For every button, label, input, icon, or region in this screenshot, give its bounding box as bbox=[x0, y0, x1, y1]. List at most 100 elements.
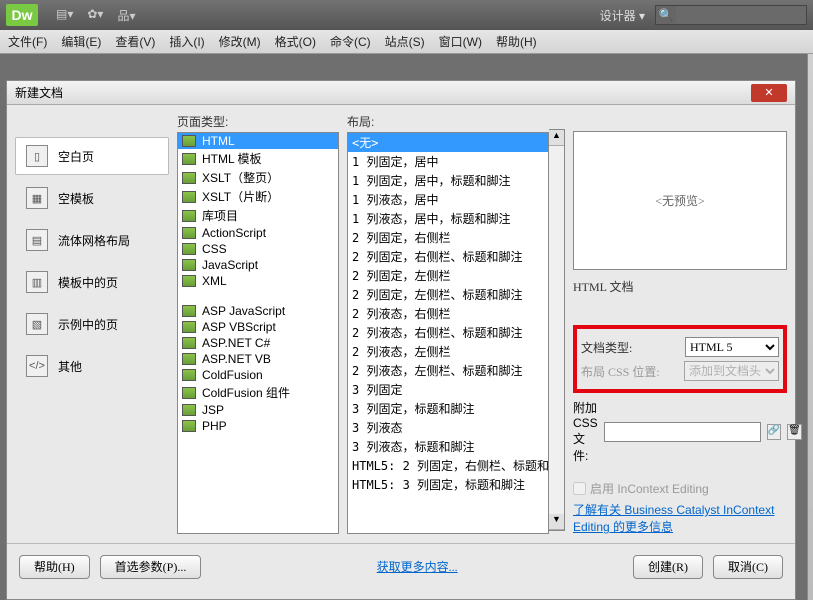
layout-item[interactable]: 2 列固定，右侧栏、标题和脚注 bbox=[348, 247, 548, 266]
type-item[interactable]: JavaScript bbox=[178, 257, 338, 273]
search-wrap: 🔍 bbox=[655, 5, 807, 25]
layout-item[interactable]: 2 列液态，左侧栏、标题和脚注 bbox=[348, 361, 548, 380]
layout-item[interactable]: 1 列固定，居中 bbox=[348, 152, 548, 171]
type-item[interactable]: XML bbox=[178, 273, 338, 289]
layout-item[interactable]: 2 列固定，左侧栏、标题和脚注 bbox=[348, 285, 548, 304]
layout-item[interactable]: 2 列固定，右侧栏 bbox=[348, 228, 548, 247]
close-button[interactable]: ✕ bbox=[751, 84, 787, 102]
file-icon bbox=[182, 135, 196, 147]
layout-item[interactable]: 2 列液态，左侧栏 bbox=[348, 342, 548, 361]
preview-box: <无预览> bbox=[573, 131, 787, 270]
more-content-link[interactable]: 获取更多内容... bbox=[377, 558, 458, 575]
layout-item[interactable]: 2 列液态，右侧栏 bbox=[348, 304, 548, 323]
link-css-icon[interactable]: 🔗 bbox=[767, 424, 781, 440]
menu-commands[interactable]: 命令(C) bbox=[330, 33, 371, 50]
layout-item[interactable]: 2 列液态，右侧栏、标题和脚注 bbox=[348, 323, 548, 342]
layout-item[interactable]: 3 列液态 bbox=[348, 418, 548, 437]
search-input[interactable] bbox=[676, 6, 806, 24]
type-item[interactable]: ASP JavaScript bbox=[178, 303, 338, 319]
menu-bar: 文件(F) 编辑(E) 查看(V) 插入(I) 修改(M) 格式(O) 命令(C… bbox=[0, 30, 813, 54]
type-item[interactable]: XSLT（片断） bbox=[178, 187, 338, 206]
code-icon: </> bbox=[26, 355, 48, 377]
type-item[interactable]: ASP.NET VB bbox=[178, 351, 338, 367]
category-blank-template[interactable]: ▦空模板 bbox=[15, 179, 169, 217]
type-item[interactable]: ASP VBScript bbox=[178, 319, 338, 335]
scroll-down-icon[interactable]: ▼ bbox=[549, 514, 564, 530]
help-button[interactable]: 帮助(H) bbox=[19, 555, 90, 579]
sitemap-icon[interactable]: 品▾ bbox=[117, 7, 135, 24]
menu-view[interactable]: 查看(V) bbox=[115, 33, 155, 50]
description: HTML 文档 bbox=[573, 278, 787, 295]
page-icon: ▯ bbox=[26, 145, 48, 167]
scrollbar[interactable]: ▲ ▼ bbox=[549, 129, 565, 531]
layout-label: 布局: bbox=[347, 113, 549, 132]
app-header: Dw ▤▾ ✿▾ 品▾ 设计器 ▾ 🔍 bbox=[0, 0, 813, 30]
type-item[interactable]: ColdFusion bbox=[178, 367, 338, 383]
attachcss-label: 附加 CSS 文件: bbox=[573, 399, 598, 464]
template-page-icon: ▥ bbox=[26, 271, 48, 293]
cancel-button[interactable]: 取消(C) bbox=[713, 555, 783, 579]
menu-edit[interactable]: 编辑(E) bbox=[61, 33, 101, 50]
workspace-switcher[interactable]: 设计器 ▾ bbox=[600, 7, 645, 24]
layout-item[interactable]: 2 列固定，左侧栏 bbox=[348, 266, 548, 285]
incontext-link[interactable]: 了解有关 Business Catalyst InContext Editing… bbox=[573, 503, 774, 534]
workspace: 新建文档 ✕ ▯空白页 ▦空模板 ▤流体网格布局 ▥模板中的页 ▧示例中的页 <… bbox=[0, 54, 813, 600]
category-blank-page[interactable]: ▯空白页 bbox=[15, 137, 169, 175]
layout-item[interactable]: 1 列液态，居中 bbox=[348, 190, 548, 209]
dialog-footer: 帮助(H) 首选参数(P)... 获取更多内容... 创建(R) 取消(C) bbox=[7, 543, 795, 589]
type-item[interactable]: PHP bbox=[178, 418, 338, 434]
menu-site[interactable]: 站点(S) bbox=[385, 33, 425, 50]
remove-css-icon[interactable]: 🗑 bbox=[787, 424, 802, 440]
sample-icon: ▧ bbox=[26, 313, 48, 335]
category-from-sample[interactable]: ▧示例中的页 bbox=[15, 305, 169, 343]
type-item[interactable]: ColdFusion 组件 bbox=[178, 383, 338, 402]
layout-item[interactable]: 3 列固定 bbox=[348, 380, 548, 399]
app-logo: Dw bbox=[6, 4, 38, 26]
layout-item[interactable]: 1 列固定，居中，标题和脚注 bbox=[348, 171, 548, 190]
layout-item[interactable]: 1 列液态，居中，标题和脚注 bbox=[348, 209, 548, 228]
page-type-list[interactable]: HTML HTML 模板 XSLT（整页） XSLT（片断） 库项目 Actio… bbox=[177, 132, 339, 534]
menu-help[interactable]: 帮助(H) bbox=[496, 33, 537, 50]
incontext-checkbox bbox=[573, 482, 586, 495]
type-item[interactable]: ASP.NET C# bbox=[178, 335, 338, 351]
type-item[interactable]: XSLT（整页） bbox=[178, 168, 338, 187]
layout-item[interactable]: HTML5: 3 列固定，标题和脚注 bbox=[348, 475, 548, 494]
template-icon: ▦ bbox=[26, 187, 48, 209]
scroll-up-icon[interactable]: ▲ bbox=[549, 130, 564, 146]
attachcss-input[interactable] bbox=[604, 422, 761, 442]
category-fluid-grid[interactable]: ▤流体网格布局 bbox=[15, 221, 169, 259]
gear-icon[interactable]: ✿▾ bbox=[87, 7, 103, 24]
type-item[interactable]: 库项目 bbox=[178, 206, 338, 225]
doctype-select[interactable]: HTML 5 bbox=[685, 337, 779, 357]
layout-item[interactable]: HTML5: 2 列固定，右侧栏、标题和脚注 bbox=[348, 456, 548, 475]
incontext-label: 启用 InContext Editing bbox=[590, 480, 709, 497]
layout-icon[interactable]: ▤▾ bbox=[56, 7, 73, 24]
menu-window[interactable]: 窗口(W) bbox=[439, 33, 482, 50]
type-item[interactable]: HTML 模板 bbox=[178, 149, 338, 168]
menu-modify[interactable]: 修改(M) bbox=[219, 33, 261, 50]
category-other[interactable]: </>其他 bbox=[15, 347, 169, 385]
new-document-dialog: 新建文档 ✕ ▯空白页 ▦空模板 ▤流体网格布局 ▥模板中的页 ▧示例中的页 <… bbox=[6, 80, 796, 600]
panel-dock[interactable] bbox=[807, 54, 813, 600]
page-type-label: 页面类型: bbox=[177, 113, 339, 132]
category-from-template[interactable]: ▥模板中的页 bbox=[15, 263, 169, 301]
layout-item[interactable]: 3 列液态，标题和脚注 bbox=[348, 437, 548, 456]
grid-icon: ▤ bbox=[26, 229, 48, 251]
type-html[interactable]: HTML bbox=[178, 133, 338, 149]
layout-item[interactable]: <无> bbox=[348, 133, 548, 152]
menu-format[interactable]: 格式(O) bbox=[275, 33, 316, 50]
category-column: ▯空白页 ▦空模板 ▤流体网格布局 ▥模板中的页 ▧示例中的页 </>其他 bbox=[15, 113, 169, 535]
type-item[interactable]: JSP bbox=[178, 402, 338, 418]
menu-insert[interactable]: 插入(I) bbox=[169, 33, 204, 50]
menu-file[interactable]: 文件(F) bbox=[8, 33, 47, 50]
type-item[interactable]: ActionScript bbox=[178, 225, 338, 241]
doctype-label: 文档类型: bbox=[577, 339, 681, 356]
create-button[interactable]: 创建(R) bbox=[633, 555, 703, 579]
type-item[interactable]: CSS bbox=[178, 241, 338, 257]
layout-list[interactable]: <无>1 列固定，居中1 列固定，居中，标题和脚注1 列液态，居中1 列液态，居… bbox=[347, 132, 549, 534]
layout-item[interactable]: 3 列固定，标题和脚注 bbox=[348, 399, 548, 418]
layoutcss-select: 添加到文档头 bbox=[684, 361, 779, 381]
prefs-button[interactable]: 首选参数(P)... bbox=[100, 555, 202, 579]
layoutcss-label: 布局 CSS 位置: bbox=[577, 363, 680, 380]
dialog-title: 新建文档 bbox=[15, 84, 63, 101]
